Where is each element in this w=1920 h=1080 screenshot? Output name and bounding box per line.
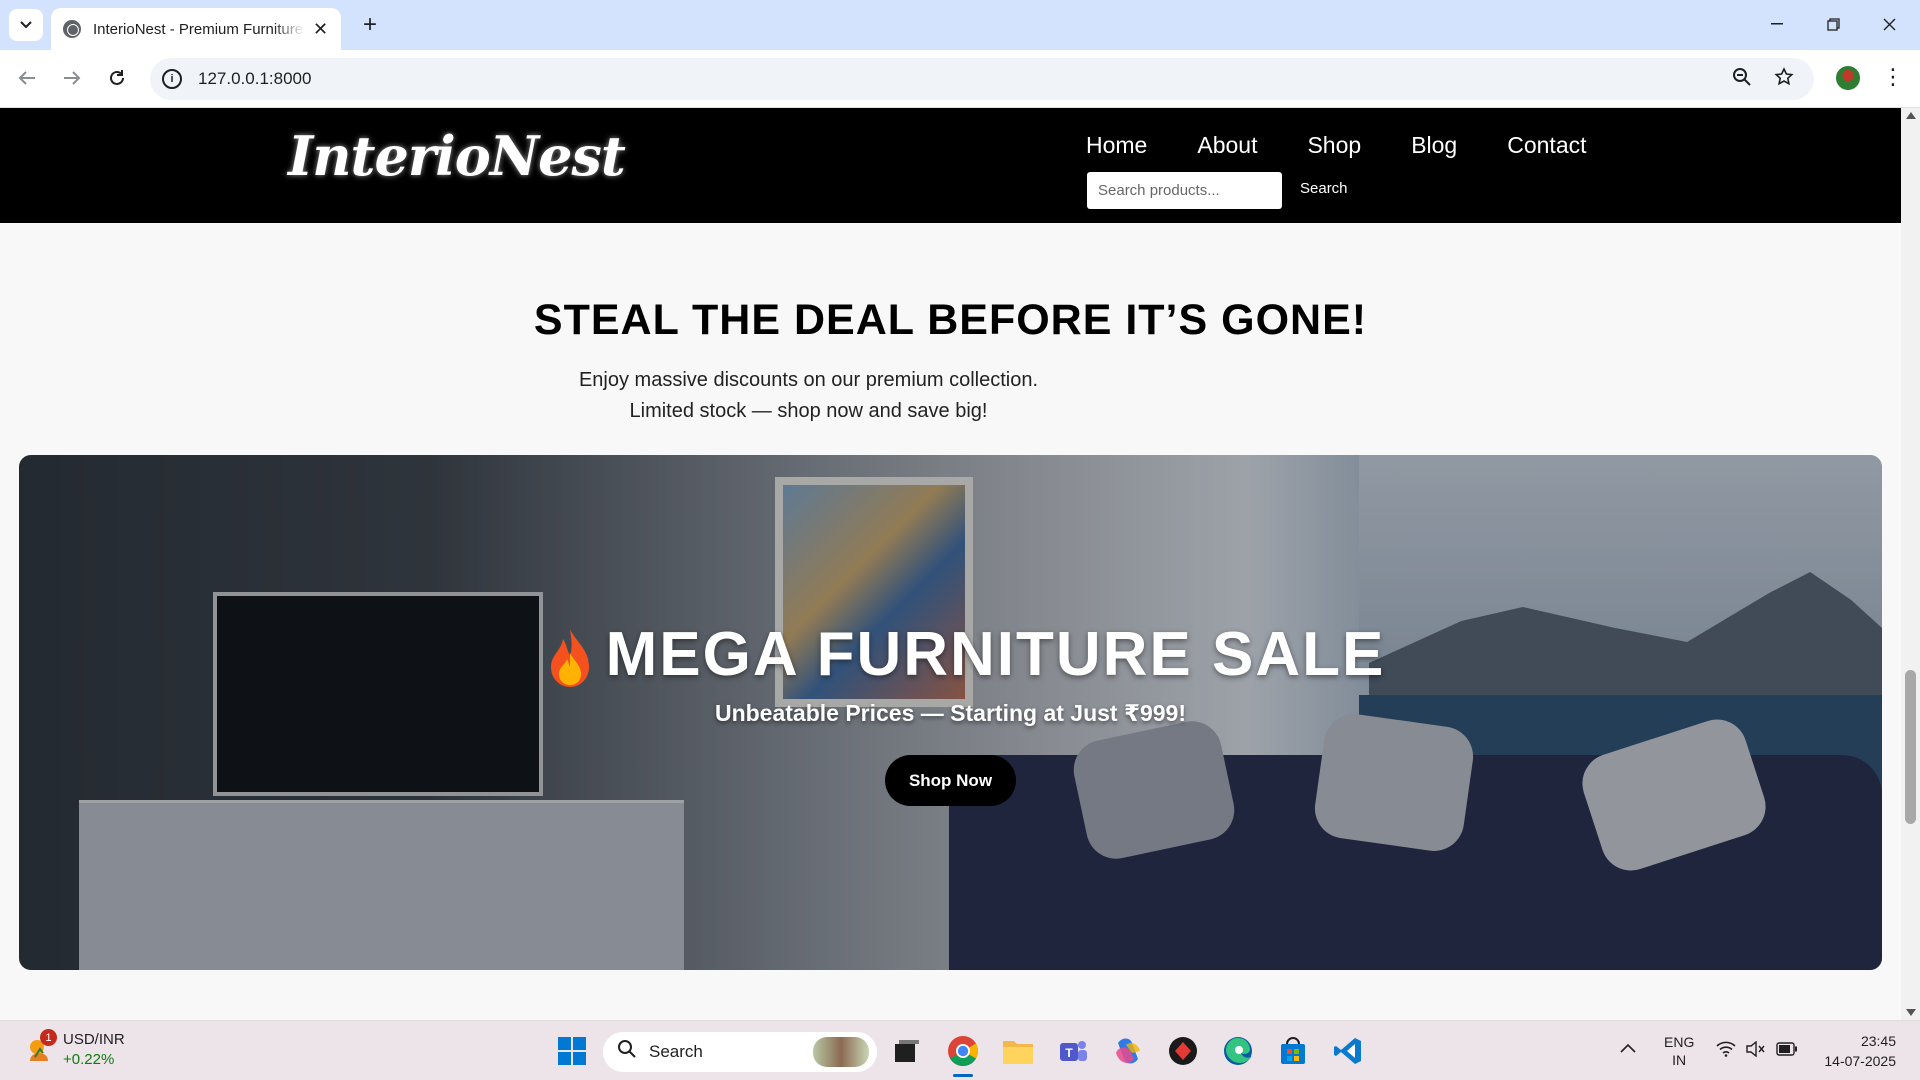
chevron-down-icon: [20, 21, 32, 29]
vscode-button[interactable]: [1330, 1033, 1366, 1069]
task-view-button[interactable]: [889, 1033, 925, 1069]
store-button[interactable]: [1275, 1033, 1311, 1069]
copilot-button[interactable]: [1110, 1033, 1146, 1069]
nav-contact[interactable]: Contact: [1507, 132, 1586, 159]
shop-now-button[interactable]: Shop Now: [885, 755, 1016, 806]
red-app-icon: [1169, 1037, 1197, 1065]
main-nav: Home About Shop Blog Contact: [1086, 132, 1637, 159]
browser-menu-icon[interactable]: ⋮: [1882, 64, 1904, 90]
notification-badge: 1: [40, 1029, 57, 1046]
arrow-left-icon: [18, 71, 35, 85]
nav-shop[interactable]: Shop: [1307, 132, 1361, 159]
reload-button[interactable]: [100, 61, 134, 95]
tray-overflow-chevron-icon[interactable]: [1620, 1039, 1636, 1057]
site-info-icon[interactable]: i: [162, 69, 182, 89]
volume-muted-icon[interactable]: [1746, 1040, 1766, 1061]
browser-toolbar: i 127.0.0.1:8000 ⋮: [0, 50, 1920, 108]
deal-line-1: Enjoy massive discounts on our premium c…: [578, 369, 1039, 391]
browser-tab[interactable]: InterioNest - Premium Furniture ✕: [51, 8, 341, 50]
app-red-button[interactable]: [1165, 1033, 1201, 1069]
taskbar-search[interactable]: Search: [603, 1032, 877, 1072]
deal-heading: STEAL THE DEAL BEFORE IT’S GONE!: [533, 296, 1368, 344]
close-window-button[interactable]: [1866, 8, 1912, 40]
tab-search-button[interactable]: [9, 9, 43, 41]
taskbar: 1 USD/INR +0.22% Search T ENG IN 23:45 1…: [0, 1020, 1920, 1080]
teams-icon: T: [1060, 1041, 1087, 1061]
ticker-change[interactable]: +0.22%: [63, 1051, 114, 1068]
site-header: InterioNest Home About Shop Blog Contact…: [0, 108, 1901, 223]
tab-title: InterioNest - Premium Furniture: [93, 20, 304, 38]
vscode-icon: [1334, 1038, 1361, 1064]
close-tab-icon[interactable]: ✕: [313, 19, 328, 40]
page-viewport: InterioNest Home About Shop Blog Contact…: [0, 108, 1901, 1020]
new-tab-button[interactable]: +: [354, 10, 386, 40]
bookmark-star-icon[interactable]: [1774, 67, 1794, 93]
profile-avatar[interactable]: [1834, 64, 1862, 92]
language-code: ENG: [1664, 1034, 1695, 1050]
clock-time: 23:45: [1860, 1033, 1896, 1049]
task-view-icon: [895, 1040, 919, 1062]
edge-button[interactable]: [1220, 1033, 1256, 1069]
product-search-input[interactable]: [1087, 172, 1282, 209]
windows-logo-icon: [558, 1037, 586, 1065]
start-button[interactable]: [554, 1033, 590, 1069]
minimize-button[interactable]: [1754, 8, 1800, 40]
search-button[interactable]: Search: [1300, 180, 1348, 197]
address-bar[interactable]: i 127.0.0.1:8000: [150, 58, 1814, 100]
url-text[interactable]: 127.0.0.1:8000: [198, 69, 311, 89]
search-highlight-image: [813, 1037, 869, 1067]
banner-subtitle: Unbeatable Prices — Starting at Just ₹99…: [714, 700, 1187, 726]
ticker-name[interactable]: USD/INR: [63, 1031, 125, 1048]
browser-tab-strip: InterioNest - Premium Furniture ✕ +: [0, 0, 1920, 50]
scroll-up-arrow-icon[interactable]: [1906, 112, 1916, 119]
scrollbar-thumb[interactable]: [1905, 670, 1916, 824]
copilot-icon: [1116, 1038, 1140, 1064]
wifi-icon[interactable]: [1716, 1041, 1736, 1061]
teams-button[interactable]: T: [1055, 1033, 1091, 1069]
forward-button[interactable]: [55, 61, 89, 95]
restore-button[interactable]: [1810, 8, 1856, 40]
reload-icon: [110, 70, 124, 85]
banner-title-text: MEGA FURNITURE SALE: [605, 620, 1386, 689]
taskbar-search-label: Search: [649, 1042, 703, 1061]
arrow-right-icon: [64, 71, 81, 85]
close-icon: [1883, 18, 1895, 30]
active-app-indicator: [953, 1074, 973, 1077]
region-code: IN: [1672, 1052, 1687, 1068]
language-indicator[interactable]: ENG IN: [1664, 1033, 1694, 1069]
deal-description: Enjoy massive discounts on our premium c…: [565, 365, 1052, 427]
banner-title: MEGA FURNITURE SALE: [19, 619, 1882, 690]
chrome-taskbar-button[interactable]: [945, 1033, 981, 1069]
nav-about[interactable]: About: [1197, 132, 1257, 159]
sale-banner: MEGA FURNITURE SALE Unbeatable Prices — …: [19, 455, 1882, 970]
svg-text:T: T: [1065, 1046, 1073, 1060]
restore-icon: [1826, 17, 1840, 31]
deal-line-2: Limited stock — shop now and save big!: [629, 400, 988, 422]
battery-icon[interactable]: [1776, 1042, 1798, 1060]
system-clock[interactable]: 23:45 14-07-2025: [1816, 1031, 1896, 1071]
clock-date: 14-07-2025: [1824, 1053, 1896, 1069]
back-button[interactable]: [10, 61, 44, 95]
minimize-icon: [1771, 23, 1783, 25]
page-scrollbar[interactable]: [1901, 108, 1920, 1020]
nav-home[interactable]: Home: [1086, 132, 1147, 159]
folder-icon: [1003, 1041, 1033, 1064]
file-explorer-button[interactable]: [1000, 1033, 1036, 1069]
edge-icon: [1224, 1037, 1252, 1065]
scroll-down-arrow-icon[interactable]: [1906, 1009, 1916, 1016]
chrome-icon: [948, 1036, 979, 1067]
site-logo[interactable]: InterioNest: [288, 124, 626, 188]
globe-icon: [63, 20, 81, 38]
nav-blog[interactable]: Blog: [1411, 132, 1457, 159]
search-icon: [617, 1039, 637, 1065]
store-icon: [1281, 1037, 1305, 1064]
zoom-icon[interactable]: [1732, 67, 1752, 93]
